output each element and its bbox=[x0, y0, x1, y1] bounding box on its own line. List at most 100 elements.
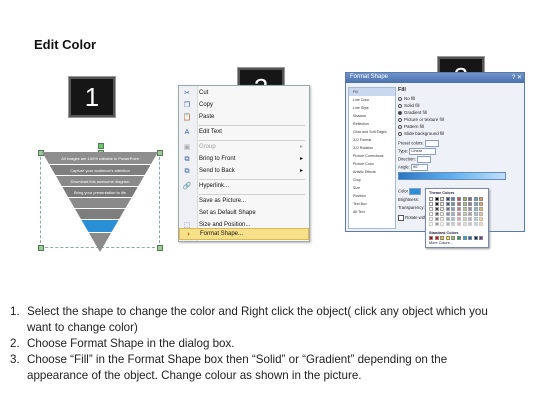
radio-button[interactable] bbox=[398, 96, 402, 101]
color-swatch[interactable] bbox=[479, 207, 484, 211]
color-swatch[interactable] bbox=[440, 202, 445, 206]
standard-color-swatch[interactable] bbox=[429, 236, 433, 240]
standard-color-swatch[interactable] bbox=[434, 236, 439, 240]
color-swatch[interactable] bbox=[434, 222, 439, 226]
standard-color-swatch[interactable] bbox=[445, 236, 450, 240]
color-swatch[interactable] bbox=[451, 207, 456, 211]
radio-button[interactable] bbox=[398, 131, 402, 136]
color-swatch[interactable] bbox=[434, 197, 439, 201]
standard-color-swatch[interactable] bbox=[468, 236, 473, 240]
color-swatch[interactable] bbox=[462, 217, 467, 221]
color-swatch[interactable] bbox=[434, 212, 439, 216]
color-swatch[interactable] bbox=[457, 212, 461, 216]
radio-solid-fill[interactable]: Solid fill bbox=[398, 103, 420, 108]
color-swatch[interactable] bbox=[445, 197, 450, 201]
menu-item-edit-text[interactable]: A Edit Text bbox=[179, 127, 309, 139]
sidebar-item[interactable]: Line Style bbox=[349, 104, 395, 112]
menu-item-bring-to-front[interactable]: ⧉ Bring to Front ▸ bbox=[179, 154, 309, 166]
menu-item-set-default-shape[interactable]: Set as Default Shape bbox=[179, 208, 309, 220]
standard-color-swatch[interactable] bbox=[457, 236, 461, 240]
menu-item-paste[interactable]: 📋 Paste bbox=[179, 112, 309, 124]
color-swatch[interactable] bbox=[473, 207, 478, 211]
resize-handle[interactable] bbox=[157, 245, 163, 251]
radio-pattern-fill[interactable]: Pattern fill bbox=[398, 124, 424, 129]
color-swatch[interactable] bbox=[440, 212, 445, 216]
sidebar-item[interactable]: Alt Text bbox=[349, 208, 395, 216]
sidebar-item[interactable]: 3-D Format bbox=[349, 136, 395, 144]
color-swatch[interactable] bbox=[445, 217, 450, 221]
menu-item-send-to-back[interactable]: ⧉ Send to Back ▸ bbox=[179, 166, 309, 178]
color-swatch[interactable] bbox=[473, 212, 478, 216]
color-swatch[interactable] bbox=[440, 207, 445, 211]
color-swatch[interactable] bbox=[468, 222, 473, 226]
more-colors-link[interactable]: More Colors... bbox=[429, 241, 453, 245]
color-swatch[interactable] bbox=[479, 217, 484, 221]
color-swatch[interactable] bbox=[451, 202, 456, 206]
color-swatch[interactable] bbox=[462, 197, 467, 201]
color-swatch[interactable] bbox=[445, 202, 450, 206]
color-swatch[interactable] bbox=[473, 217, 478, 221]
sidebar-item[interactable]: Glow and Soft Edges bbox=[349, 128, 395, 136]
color-swatch[interactable] bbox=[429, 197, 433, 201]
standard-color-swatch[interactable] bbox=[473, 236, 478, 240]
triangle-band[interactable]: All images are 100% editable in PowerPoi… bbox=[42, 152, 158, 164]
color-swatch[interactable] bbox=[434, 217, 439, 221]
close-icon[interactable]: ? ✕ bbox=[512, 74, 522, 81]
menu-item-group[interactable]: ▣ Group ▸ bbox=[179, 142, 309, 154]
color-swatch[interactable] bbox=[457, 222, 461, 226]
triangle-band[interactable]: Capture your audience's attention bbox=[42, 165, 158, 175]
radio-no-fill[interactable]: No fill bbox=[398, 96, 415, 101]
color-swatch[interactable] bbox=[457, 202, 461, 206]
standard-color-swatch[interactable] bbox=[451, 236, 456, 240]
menu-item-format-shape[interactable]: ◑ Format Shape... bbox=[179, 228, 309, 240]
angle-input[interactable]: 90° bbox=[411, 164, 429, 171]
color-swatch[interactable] bbox=[434, 202, 439, 206]
radio-slide-background-fill[interactable]: Slide background fill bbox=[398, 131, 444, 136]
rotate-handle[interactable] bbox=[98, 143, 104, 149]
color-swatch[interactable] bbox=[473, 222, 478, 226]
standard-color-swatch[interactable] bbox=[479, 236, 484, 240]
gradient-stops-slider[interactable] bbox=[398, 172, 506, 180]
sidebar-item[interactable]: Shadow bbox=[349, 112, 395, 120]
resize-handle[interactable] bbox=[38, 245, 44, 251]
menu-item-save-as-picture[interactable]: Save as Picture... bbox=[179, 196, 309, 208]
direction-dropdown[interactable] bbox=[416, 156, 431, 163]
color-swatch[interactable] bbox=[462, 212, 467, 216]
sidebar-item[interactable]: Artistic Effects bbox=[349, 168, 395, 176]
menu-item-hyperlink[interactable]: 🔗 Hyperlink... bbox=[179, 181, 309, 193]
color-swatch[interactable] bbox=[445, 222, 450, 226]
color-swatch[interactable] bbox=[429, 222, 433, 226]
sidebar-item[interactable]: Picture Corrections bbox=[349, 152, 395, 160]
color-swatch[interactable] bbox=[451, 212, 456, 216]
sidebar-item[interactable]: Reflection bbox=[349, 120, 395, 128]
color-picker-button[interactable] bbox=[409, 188, 422, 195]
color-swatch[interactable] bbox=[440, 197, 445, 201]
color-swatch[interactable] bbox=[429, 217, 433, 221]
preset-colors-dropdown[interactable] bbox=[424, 140, 439, 147]
color-swatch[interactable] bbox=[440, 222, 445, 226]
color-swatch[interactable] bbox=[479, 222, 484, 226]
color-swatch[interactable] bbox=[462, 202, 467, 206]
resize-handle[interactable] bbox=[157, 150, 163, 156]
color-swatch[interactable] bbox=[429, 207, 433, 211]
sidebar-item[interactable]: Line Color bbox=[349, 96, 395, 104]
color-swatch[interactable] bbox=[473, 197, 478, 201]
color-swatch[interactable] bbox=[457, 197, 461, 201]
color-swatch[interactable] bbox=[468, 207, 473, 211]
sidebar-item[interactable]: Crop bbox=[349, 176, 395, 184]
color-swatch[interactable] bbox=[479, 197, 484, 201]
color-swatch[interactable] bbox=[462, 222, 467, 226]
color-swatch[interactable] bbox=[457, 217, 461, 221]
color-swatch[interactable] bbox=[451, 222, 456, 226]
color-swatch[interactable] bbox=[473, 202, 478, 206]
radio-button[interactable] bbox=[398, 110, 402, 115]
radio-button[interactable] bbox=[398, 124, 402, 129]
color-swatch[interactable] bbox=[468, 197, 473, 201]
standard-color-swatch[interactable] bbox=[440, 236, 445, 240]
sidebar-item[interactable]: Position bbox=[349, 192, 395, 200]
color-swatch[interactable] bbox=[479, 212, 484, 216]
color-swatch[interactable] bbox=[445, 207, 450, 211]
color-swatch[interactable] bbox=[429, 212, 433, 216]
color-swatch[interactable] bbox=[457, 207, 461, 211]
color-swatch[interactable] bbox=[479, 202, 484, 206]
